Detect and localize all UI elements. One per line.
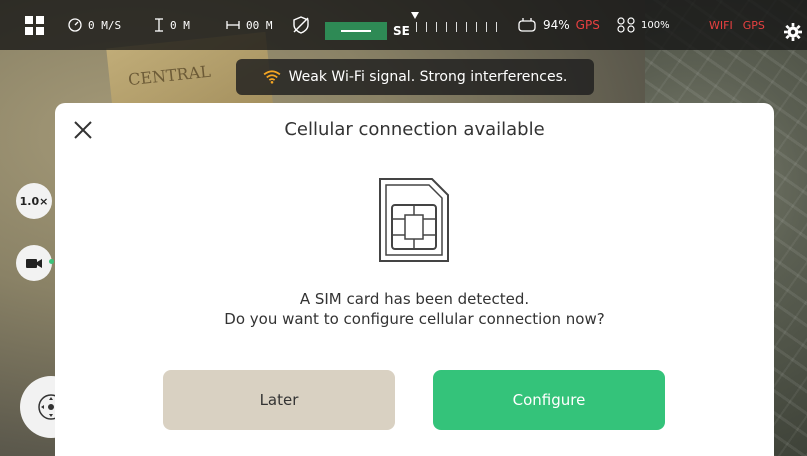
speed-indicator: 0 M/S [68, 0, 121, 50]
dialog-message-line2: Do you want to configure cellular connec… [224, 310, 605, 328]
wifi-icon [263, 70, 281, 84]
toast-text: Weak Wi-Fi signal. Strong interferences. [288, 69, 568, 85]
top-status-bar: 0 M/S 0 M 00 M SE 94% GPS 100% WIFI GPS [0, 0, 807, 50]
altitude-indicator: 0 M [154, 0, 190, 50]
heading-label: SE [393, 24, 410, 38]
altitude-icon [155, 18, 163, 32]
drone-icon [617, 17, 635, 33]
dialog-message: A SIM card has been detected. Do you wan… [55, 289, 774, 329]
menu-button[interactable] [25, 0, 44, 50]
controller-battery: 94% [543, 18, 570, 32]
altitude-value: 0 M [170, 18, 190, 32]
controller-status: 94% GPS [517, 0, 600, 50]
distance-icon [226, 21, 240, 29]
camera-mode-button[interactable] [16, 245, 54, 281]
compass-ticks [415, 22, 497, 32]
attitude-compass: SE [325, 22, 497, 40]
distance-value: 00 M [246, 18, 273, 32]
speed-value: 0 M/S [88, 18, 122, 32]
controller-icon [518, 18, 536, 32]
zoom-button[interactable]: 1.0× [16, 183, 52, 219]
camera-icon [26, 259, 42, 268]
drone-gps-status: GPS [742, 18, 765, 32]
compass-pointer [411, 12, 419, 19]
sim-card-icon [379, 178, 449, 262]
configure-button[interactable]: Configure [433, 370, 665, 430]
horizon-indicator [325, 22, 387, 40]
obstacle-off-icon [293, 16, 309, 34]
distance-indicator: 00 M [226, 0, 273, 50]
wifi-status: WIFI [709, 18, 733, 32]
link-status: WIFI GPS [709, 0, 765, 50]
dialog-title: Cellular connection available [284, 119, 545, 140]
wifi-warning-toast: Weak Wi-Fi signal. Strong interferences. [236, 59, 594, 95]
dialog-message-line1: A SIM card has been detected. [299, 290, 530, 308]
cellular-dialog: Cellular connection available A SIM card… [55, 103, 774, 456]
gear-icon[interactable] [784, 23, 802, 41]
grid-icon [25, 15, 44, 35]
drone-status: 100% [617, 0, 670, 50]
later-button[interactable]: Later [163, 370, 395, 430]
drone-battery: 100% [641, 19, 670, 31]
speedometer-icon [68, 18, 82, 32]
obstacle-avoidance-status[interactable] [292, 0, 310, 50]
controller-gps-status: GPS [575, 18, 600, 32]
